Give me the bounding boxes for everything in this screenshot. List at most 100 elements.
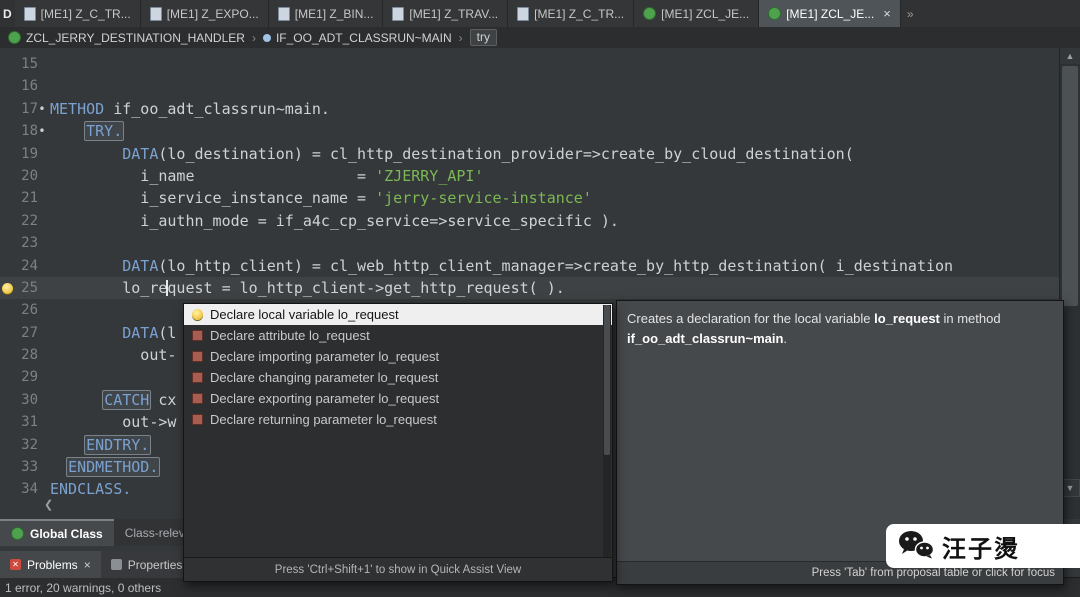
line-number: 22 xyxy=(21,212,38,229)
adt-window: D [ME1] Z_C_TR... [ME1] Z_EXPO... [ME1] Z_… xyxy=(0,0,1080,597)
code-line[interactable]: 19 DATA(lo_destination) = cl_http_destin… xyxy=(0,143,1060,165)
class-icon xyxy=(643,7,657,20)
code-line[interactable]: 23 xyxy=(0,232,1060,254)
code-line[interactable]: 15 xyxy=(0,53,1060,75)
editor-tab[interactable]: [ME1] Z_BIN... xyxy=(268,0,384,27)
code-text: DATA(lo_destination) = cl_http_destinati… xyxy=(46,143,1060,165)
code-line[interactable]: 21 i_service_instance_name = 'jerry-serv… xyxy=(0,187,1060,209)
editor-tab-bar: D [ME1] Z_C_TR... [ME1] Z_EXPO... [ME1] Z_… xyxy=(0,0,1080,28)
bottom-panel-tabs: ✕ Problems × Properties xyxy=(0,551,193,578)
gutter-icon-column xyxy=(0,322,14,344)
code-text: lo_request = lo_http_client->get_http_re… xyxy=(46,277,1060,299)
code-token: (l xyxy=(158,323,177,342)
gutter-icon-column xyxy=(0,389,14,411)
code-line[interactable]: 24 DATA(lo_http_client) = cl_web_http_cl… xyxy=(0,255,1060,277)
gutter-icon-column xyxy=(0,232,14,254)
tab-label: [ME1] Z_EXPO... xyxy=(166,6,259,21)
program-icon xyxy=(149,6,162,21)
proposal-icon xyxy=(192,372,203,383)
line-number: 33 xyxy=(21,459,38,476)
code-text: i_service_instance_name = 'jerry-service… xyxy=(46,187,1060,209)
window-corner-icon: D xyxy=(3,6,12,21)
keyword-token: ENDTRY. xyxy=(84,434,152,455)
quick-assist-item[interactable]: Declare changing parameter lo_request xyxy=(184,367,612,388)
editor-view-tabs: Global Class Class-releva xyxy=(0,519,203,546)
view-tab-label: Class-releva xyxy=(124,525,192,540)
code-line[interactable]: 18 • TRY. xyxy=(0,120,1060,142)
line-number: 25 xyxy=(21,279,38,296)
code-token: (lo_http_client) = cl_web_http_client_ma… xyxy=(158,256,954,275)
code-text: DATA(lo_http_client) = cl_web_http_clien… xyxy=(46,255,1060,277)
quick-assist-item[interactable]: Declare returning parameter lo_request xyxy=(184,409,612,430)
editor-tab[interactable]: [ME1] Z_TRAV... xyxy=(383,0,509,27)
popup-scrollbar[interactable] xyxy=(603,305,611,557)
code-line[interactable]: 25 lo_request = lo_http_client->get_http… xyxy=(0,276,1060,300)
quick-assist-item[interactable]: Declare local variable lo_request xyxy=(184,304,612,325)
breadcrumb-item[interactable]: ZCL_JERRY_DESTINATION_HANDLER xyxy=(8,31,245,45)
keyword-token: ENDCLASS. xyxy=(50,480,132,499)
breadcrumb-item[interactable]: IF_OO_ADT_CLASSRUN~MAIN xyxy=(262,31,452,45)
gutter-icon-column xyxy=(0,143,14,165)
code-token: i_name = xyxy=(50,166,376,185)
breadcrumb: ZCL_JERRY_DESTINATION_HANDLER › IF_OO_ADT_… xyxy=(0,27,1080,49)
quickfix-bulb-icon xyxy=(1,282,13,294)
keyword-token: METHOD xyxy=(50,99,105,118)
line-marker xyxy=(38,232,46,254)
quick-assist-item[interactable]: Declare importing parameter lo_request xyxy=(184,346,612,367)
code-token: lo_re xyxy=(50,278,168,297)
gutter-icon-column xyxy=(0,53,14,75)
gutter-icon-column xyxy=(0,165,14,187)
close-icon[interactable]: × xyxy=(883,7,891,20)
editor-tab[interactable]: [ME1] ZCL_JE... × xyxy=(759,0,901,27)
panel-tab-problems[interactable]: ✕ Problems × xyxy=(0,551,101,578)
line-number: 16 xyxy=(21,78,38,95)
scroll-left-icon[interactable]: ❮ xyxy=(44,498,53,511)
line-marker xyxy=(38,389,46,411)
keyword-token: DATA xyxy=(122,144,159,163)
panel-tab-properties[interactable]: Properties xyxy=(100,551,193,578)
quick-assist-item[interactable]: Declare attribute lo_request xyxy=(184,325,612,346)
line-marker xyxy=(38,210,46,232)
code-text: i_name = 'ZJERRY_API' xyxy=(46,165,1060,187)
gutter-icon-column xyxy=(0,434,14,456)
panel-tab-label: Properties xyxy=(127,557,183,572)
code-token: i_authn_mode = if_a4c_cp_service=>servic… xyxy=(50,211,619,230)
line-marker xyxy=(38,434,46,456)
tab-overflow-chevron-icon[interactable]: » xyxy=(901,0,920,27)
string-literal: 'ZJERRY_API' xyxy=(375,166,484,185)
popup-scrollbar-thumb[interactable] xyxy=(604,305,610,455)
scrollbar-thumb[interactable] xyxy=(1062,66,1078,306)
keyword-token: CATCH xyxy=(102,389,152,410)
line-number: 18 xyxy=(21,123,38,140)
editor-tab[interactable]: [ME1] Z_C_TR... xyxy=(14,0,141,27)
scroll-up-icon[interactable]: ▲ xyxy=(1060,48,1080,64)
gutter-icon-column xyxy=(0,75,14,97)
line-marker xyxy=(38,75,46,97)
breadcrumb-label: try xyxy=(476,30,491,44)
breadcrumb-item[interactable]: try xyxy=(469,29,498,46)
editor-tab[interactable]: [ME1] Z_EXPO... xyxy=(140,0,269,27)
bulb-icon xyxy=(192,309,203,320)
line-marker: • xyxy=(38,101,46,116)
close-icon[interactable]: × xyxy=(84,558,91,572)
code-line[interactable]: 22 i_authn_mode = if_a4c_cp_service=>ser… xyxy=(0,210,1060,232)
tab-label: [ME1] ZCL_JE... xyxy=(661,6,750,21)
quick-assist-item[interactable]: Declare exporting parameter lo_request xyxy=(184,388,612,409)
line-marker xyxy=(38,187,46,209)
code-line[interactable]: 16 xyxy=(0,75,1060,97)
info-text: . xyxy=(783,330,788,346)
view-tab-global-class[interactable]: Global Class xyxy=(0,519,114,546)
quick-assist-label: Declare local variable lo_request xyxy=(210,307,399,322)
popup-filler xyxy=(184,430,612,557)
code-line[interactable]: 17 • METHOD if_oo_adt_classrun~main. xyxy=(0,98,1060,120)
program-icon xyxy=(392,6,405,21)
code-line[interactable]: 20 i_name = 'ZJERRY_API' xyxy=(0,165,1060,187)
program-icon xyxy=(517,6,530,21)
editor-tab[interactable]: [ME1] ZCL_JE... xyxy=(634,0,760,27)
code-text: TRY. xyxy=(46,120,1060,142)
editor-tab[interactable]: [ME1] Z_C_TR... xyxy=(508,0,635,27)
